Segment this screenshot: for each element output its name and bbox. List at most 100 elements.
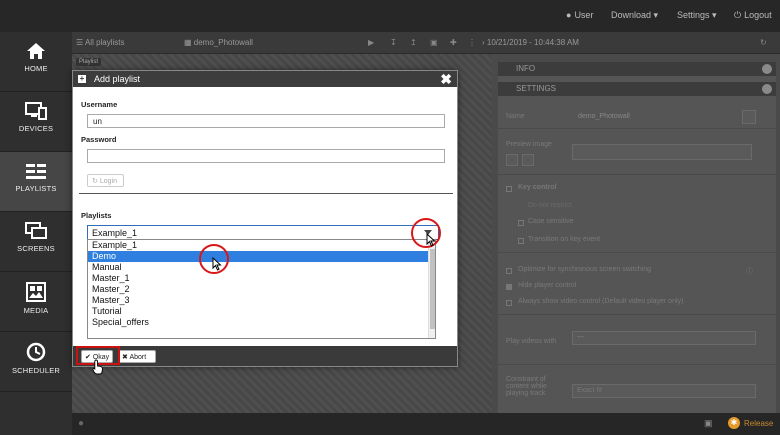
playlists-dropdown-list: Example_1 Demo Manual Master_1 Master_2 … [87, 239, 436, 339]
transition-checkbox[interactable] [518, 238, 524, 244]
playlist-toolbar: ☰ All playlists ▦ demo_Photowall ▶ ↧ ↥ ▣… [72, 32, 780, 54]
collapse-icon[interactable] [762, 64, 772, 74]
dropdown-scrollbar[interactable] [428, 240, 435, 338]
sidebar-item-screens[interactable]: SCREENS [0, 212, 72, 272]
login-button[interactable]: ↻ Login [87, 174, 124, 187]
devices-icon [25, 102, 47, 120]
abort-button[interactable]: ✖ Abort [118, 350, 156, 363]
plus-icon: + [78, 74, 86, 83]
upload-icon[interactable]: ↥ [410, 38, 417, 47]
folder-icon[interactable] [506, 154, 518, 166]
top-bar: ● User Download ▾ Settings ▾ ⏻ Logout [0, 0, 780, 32]
play-icon[interactable]: ▶ [368, 38, 374, 47]
close-icon: ✖ [122, 354, 128, 361]
info-header[interactable]: INFO [498, 62, 776, 76]
playlists-select[interactable]: Example_1 [87, 225, 439, 240]
dropdown-option[interactable]: Master_2 [88, 284, 428, 295]
dropdown-option[interactable]: Master_3 [88, 295, 428, 306]
key-control-checkbox[interactable] [506, 186, 512, 192]
username-field[interactable]: un [87, 114, 445, 128]
logout-button[interactable]: ⏻ Logout [734, 10, 772, 21]
timestamp: › 10/21/2019 - 10:44:38 AM [482, 38, 579, 47]
name-label: Name [506, 113, 525, 120]
save-icon[interactable]: ▣ [704, 418, 713, 429]
settings-header[interactable]: SETTINGS [498, 82, 776, 96]
hide-player-control-checkbox[interactable] [506, 284, 512, 290]
constraint-select[interactable]: Exact fit [572, 384, 756, 398]
divider [498, 314, 776, 315]
optimize-label: Optimize for synchronous screen switchin… [518, 266, 652, 273]
dropdown-option[interactable]: Master_1 [88, 273, 428, 284]
dropdown-option[interactable]: Tutorial [88, 306, 428, 317]
add-icon[interactable]: ✚ [450, 38, 457, 47]
add-playlist-dialog: + Add playlist ✖ Username un Password ↻ … [72, 70, 458, 367]
dropdown-option[interactable]: Special_offers [88, 317, 428, 328]
release-button[interactable]: Release [744, 419, 773, 428]
case-sensitive-checkbox[interactable] [518, 220, 524, 226]
cursor-icon [426, 233, 436, 247]
more-icon[interactable]: ⋮ [468, 38, 476, 47]
info-icon[interactable]: ⓘ [746, 266, 753, 276]
edit-name-button[interactable] [742, 110, 756, 124]
dropdown-option[interactable]: Example_1 [88, 240, 428, 251]
always-show-label: Always show video control (Default video… [518, 298, 684, 305]
lock-icon[interactable]: ● [78, 418, 84, 429]
username-label: Username [81, 100, 118, 109]
always-show-checkbox[interactable] [506, 300, 512, 306]
hide-player-control-label: Hide player control [518, 282, 577, 289]
hand-cursor-icon [92, 359, 103, 375]
all-playlists-link[interactable]: ☰ All playlists [76, 38, 125, 47]
clock-icon [26, 342, 46, 362]
key-control-label: Key control [518, 184, 557, 191]
dialog-title: Add playlist [94, 74, 141, 84]
optimize-checkbox[interactable] [506, 268, 512, 274]
home-icon [27, 43, 45, 59]
collapse-icon[interactable] [762, 84, 772, 94]
dropdown-option[interactable]: Manual [88, 262, 428, 273]
user-menu[interactable]: ● User [566, 10, 593, 20]
dropdown-option-highlighted[interactable]: Demo [88, 251, 428, 262]
power-icon: ⏻ [734, 10, 742, 20]
sidebar-item-scheduler[interactable]: SCHEDULER [0, 332, 72, 392]
constraint-label: Constraint of content while playing trac… [506, 376, 547, 397]
transition-label: Transition on key event [528, 236, 601, 243]
current-playlist-label[interactable]: ▦ demo_Photowall [184, 38, 253, 47]
password-label: Password [81, 135, 117, 144]
release-icon: ✱ [728, 417, 740, 429]
case-sensitive-label: Case sensitive [528, 218, 574, 225]
sidebar-item-devices[interactable]: DEVICES [0, 92, 72, 152]
preview-image-field[interactable] [572, 144, 752, 160]
sidebar-item-home[interactable]: HOME [0, 32, 72, 92]
play-videos-with-label: Play videos with [506, 338, 557, 345]
divider [498, 174, 776, 175]
trash-icon[interactable] [522, 154, 534, 166]
divider [498, 364, 776, 365]
refresh-icon[interactable]: ↻ [760, 38, 767, 47]
media-icon [26, 282, 46, 302]
cursor-icon [212, 257, 222, 271]
divider [498, 128, 776, 129]
preview-image-label: Preview image [506, 141, 552, 148]
user-icon: ● [566, 10, 572, 20]
bottom-bar: ● ▣ ✱ Release [72, 413, 780, 435]
screens-icon [25, 222, 47, 239]
divider [79, 193, 453, 194]
download-icon[interactable]: ↧ [390, 38, 397, 47]
playlists-icon [26, 164, 46, 179]
password-field[interactable] [87, 149, 445, 163]
dialog-header: + Add playlist ✖ [73, 71, 457, 87]
delete-icon[interactable]: ▣ [430, 38, 438, 47]
download-menu[interactable]: Download ▾ [611, 10, 658, 21]
refresh-icon: ↻ [92, 178, 98, 185]
sidebar: HOME DEVICES PLAYLISTS SCREENS MEDIA SCH… [0, 32, 72, 435]
close-icon[interactable]: ✖ [440, 71, 452, 88]
playlist-tag: Playlist [76, 58, 102, 66]
divider [498, 252, 776, 253]
name-value: demo_Photowall [578, 113, 630, 120]
play-videos-select[interactable]: --- [572, 331, 756, 345]
sidebar-item-playlists[interactable]: PLAYLISTS [0, 152, 72, 212]
scrollbar-thumb[interactable] [430, 249, 435, 329]
properties-panel: INFO SETTINGS Name demo_Photowall Previe… [498, 62, 776, 435]
sidebar-item-media[interactable]: MEDIA [0, 272, 72, 332]
settings-menu[interactable]: Settings ▾ [677, 10, 717, 21]
